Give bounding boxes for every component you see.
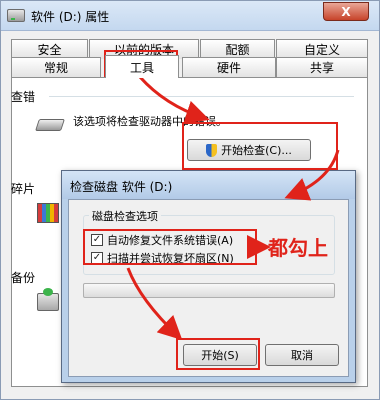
dialog-title: 检查磁盘 软件 (D:) [70, 180, 173, 194]
window-title: 软件 (D:) 属性 [31, 10, 110, 24]
options-legend: 磁盘检查选项 [89, 208, 161, 224]
defrag-title: 碎片 [11, 182, 36, 196]
highlight-start-button [176, 338, 260, 370]
title-bar: 软件 (D:) 属性 X [1, 1, 379, 31]
close-button[interactable]: X [323, 2, 369, 21]
section-divider [49, 96, 354, 97]
tab-quota[interactable]: 配额 [200, 39, 275, 59]
tab-general[interactable]: 常规 [11, 57, 101, 77]
annotation-text: 都勾上 [268, 236, 328, 260]
progress-bar [83, 283, 335, 298]
tab-security[interactable]: 安全 [11, 39, 88, 59]
defrag-icon [37, 203, 59, 223]
drive-title-icon [7, 9, 25, 22]
highlight-options [83, 229, 257, 265]
highlight-start-check [182, 122, 338, 170]
error-check-title: 查错 [11, 90, 36, 104]
tab-sharing[interactable]: 共享 [276, 57, 368, 77]
tab-hardware[interactable]: 硬件 [182, 57, 276, 77]
cancel-button[interactable]: 取消 [265, 344, 339, 366]
dialog-title-bar: 检查磁盘 软件 (D:) [62, 171, 355, 199]
tab-tools[interactable]: 工具 [105, 55, 179, 78]
backup-icon [37, 288, 59, 311]
tab-customize[interactable]: 自定义 [276, 39, 368, 59]
backup-title: 备份 [11, 271, 36, 285]
drive-icon [35, 119, 65, 131]
